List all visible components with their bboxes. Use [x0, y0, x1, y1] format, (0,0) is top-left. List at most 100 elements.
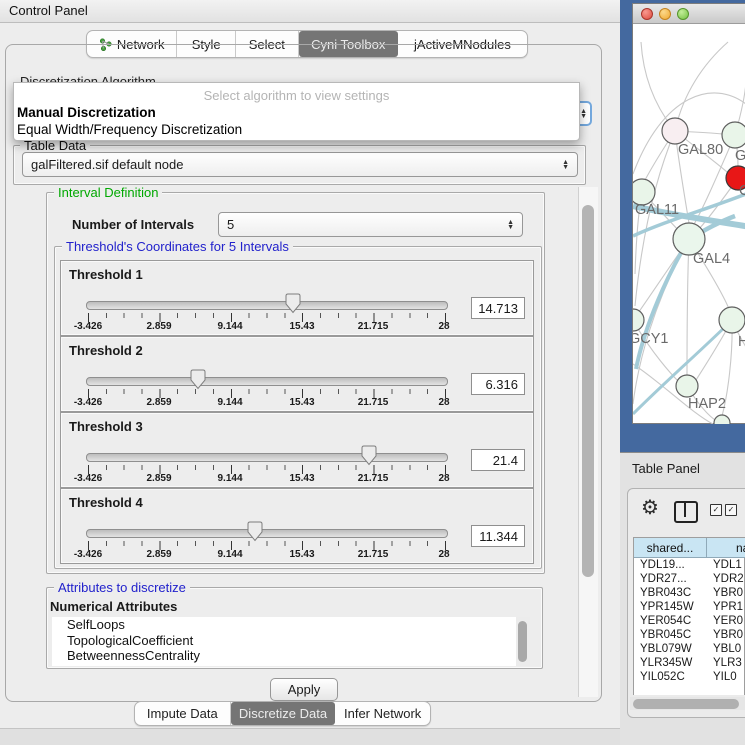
list-item-betweennesscentrality[interactable]: BetweennessCentrality [52, 648, 530, 664]
numerical-attributes-list: SelfLoops TopologicalCoefficient Between… [52, 617, 530, 666]
popup-item-equal-width[interactable]: Equal Width/Frequency Discretization [17, 122, 242, 137]
apply-button[interactable]: Apply [270, 678, 338, 701]
select-all-checkbox-icon[interactable]: ✓ [710, 504, 722, 516]
threshold-4-slider-handle[interactable] [247, 521, 263, 542]
gear-icon[interactable]: ⚙ [641, 498, 659, 518]
node-gal80[interactable] [662, 118, 688, 144]
threshold-2-major-ticks [88, 389, 446, 398]
threshold-2-value-field[interactable]: 6.316 [471, 373, 525, 395]
tick-label: -3.426 [74, 549, 102, 560]
number-of-intervals-combo[interactable]: 5 ▲▼ [218, 212, 523, 237]
label-c: C [739, 183, 745, 199]
threshold-1-slider-track[interactable] [86, 301, 448, 310]
threshold-panel-2: Threshold 2 -3.426 2.859 9.144 15.43 21.… [60, 336, 534, 412]
node-table: shared... na... YDL19...YDL1 YDR27...YDR… [633, 537, 745, 695]
cell: YDL19... [634, 558, 707, 572]
tick-label: 21.715 [358, 321, 389, 332]
table-panel-title: Table Panel [632, 461, 700, 476]
numerical-attributes-label: Numerical Attributes [50, 599, 177, 614]
bottom-strip [0, 728, 620, 745]
table-row[interactable]: YLR345WYLR3 [634, 656, 745, 670]
node-gcy1[interactable] [633, 309, 644, 331]
cell: YER0 [707, 614, 743, 628]
threshold-4-slider-track[interactable] [86, 529, 448, 538]
cell: YIL052C [634, 670, 707, 680]
network-canvas[interactable]: GAL80 GAL C GAL11 GAL4 GCY1 H HAP2 [633, 24, 745, 424]
tab-infer-network[interactable]: Infer Network [335, 702, 430, 725]
main-scrollbar[interactable] [578, 187, 598, 697]
threshold-4-value-field[interactable]: 11.344 [471, 525, 525, 547]
tick-label: -3.426 [74, 473, 102, 484]
table-row[interactable]: YPR145WYPR1 [634, 600, 745, 614]
tick-label: 28 [438, 549, 449, 560]
popup-item-manual[interactable]: Manual Discretization [17, 105, 156, 120]
tick-label: -3.426 [74, 397, 102, 408]
threshold-1-major-ticks [88, 313, 446, 322]
label-h: H [738, 334, 745, 350]
node-hap2[interactable] [676, 375, 698, 397]
tick-label: 9.144 [217, 397, 242, 408]
threshold-1-value-field[interactable]: 14.713 [471, 297, 525, 319]
attributes-list-scroll-thumb[interactable] [518, 621, 527, 662]
tick-label: 9.144 [217, 473, 242, 484]
threshold-3-slider-handle[interactable] [361, 445, 377, 466]
node-gal[interactable] [722, 122, 745, 148]
table-row[interactable]: YER054CYER0 [634, 614, 745, 628]
tab-discretize-label: Discretize Data [239, 706, 327, 721]
bottom-tabstrip: Impute Data Discretize Data Infer Networ… [134, 701, 431, 726]
tab-impute-data[interactable]: Impute Data [135, 702, 231, 725]
tick-label: 21.715 [358, 397, 389, 408]
control-panel-titlebar: Control Panel [0, 0, 620, 23]
table-row[interactable]: YBR045CYBR0 [634, 628, 745, 642]
table-horizontal-scrollbar[interactable] [630, 697, 745, 710]
tick-label: 15.43 [289, 321, 314, 332]
tick-label: 21.715 [358, 549, 389, 560]
intervals-combo-stepper-icon: ▲▼ [507, 220, 514, 230]
threshold-3-slider-track[interactable] [86, 453, 448, 462]
threshold-panel-3: Threshold 3 -3.426 2.859 9.144 15.43 21.… [60, 412, 534, 488]
table-row[interactable]: YIL052CYIL0 [634, 670, 745, 680]
list-item-topologicalcoefficient[interactable]: TopologicalCoefficient [52, 633, 530, 649]
tick-label: 2.859 [146, 549, 171, 560]
table-row[interactable]: YBR043CYBR0 [634, 586, 745, 600]
network-nodes[interactable] [633, 118, 745, 424]
number-of-intervals-label: Number of Intervals [72, 217, 194, 232]
combo-stepper-icon: ▲▼ [580, 109, 587, 119]
tab-discretize-data[interactable]: Discretize Data [231, 702, 336, 725]
table-data-combo[interactable]: galFiltered.sif default node ▲▼ [22, 152, 578, 177]
select-none-checkbox-icon[interactable]: ✓ [725, 504, 737, 516]
cell: YBR0 [707, 586, 743, 600]
threshold-panel-1: Threshold 1 -3.426 2.859 9.144 15.43 21.… [60, 260, 534, 336]
table-row[interactable]: YDR27...YDR2 [634, 572, 745, 586]
threshold-3-value-field[interactable]: 21.4 [471, 449, 525, 471]
threshold-1-slider-handle[interactable] [285, 293, 301, 314]
label-gal: GAL [735, 148, 745, 164]
column-header-shared-name[interactable]: shared... [634, 538, 707, 558]
label-gal4: GAL4 [693, 251, 730, 267]
tick-label: 28 [438, 473, 449, 484]
label-gcy1: GCY1 [633, 331, 669, 347]
threshold-2-slider-handle[interactable] [190, 369, 206, 390]
threshold-3-label: Threshold 3 [69, 419, 143, 434]
zoom-traffic-icon[interactable] [677, 8, 689, 20]
column-view-icon[interactable] [674, 501, 698, 523]
panel-title: Control Panel [9, 3, 88, 18]
list-item-selfloops[interactable]: SelfLoops [52, 617, 530, 633]
close-traffic-icon[interactable] [641, 8, 653, 20]
threshold-2-slider-track[interactable] [86, 377, 448, 386]
node-h[interactable] [719, 307, 745, 333]
attributes-list-scrollbar[interactable] [516, 617, 530, 666]
table-row[interactable]: YDL19...YDL1 [634, 558, 745, 572]
table-hscroll-thumb[interactable] [633, 699, 739, 709]
node-partial[interactable] [714, 415, 730, 424]
table-data-combo-value: galFiltered.sif default node [31, 157, 183, 172]
minimize-traffic-icon[interactable] [659, 8, 671, 20]
cell: YBR0 [707, 628, 743, 642]
main-scrollbar-thumb[interactable] [582, 205, 594, 577]
popup-hint: Select algorithm to view settings [14, 88, 579, 103]
column-header-name[interactable]: na... [707, 538, 745, 558]
apply-button-label: Apply [288, 682, 321, 697]
tick-label: 21.715 [358, 473, 389, 484]
tick-label: 15.43 [289, 473, 314, 484]
table-row[interactable]: YBL079WYBL0 [634, 642, 745, 656]
